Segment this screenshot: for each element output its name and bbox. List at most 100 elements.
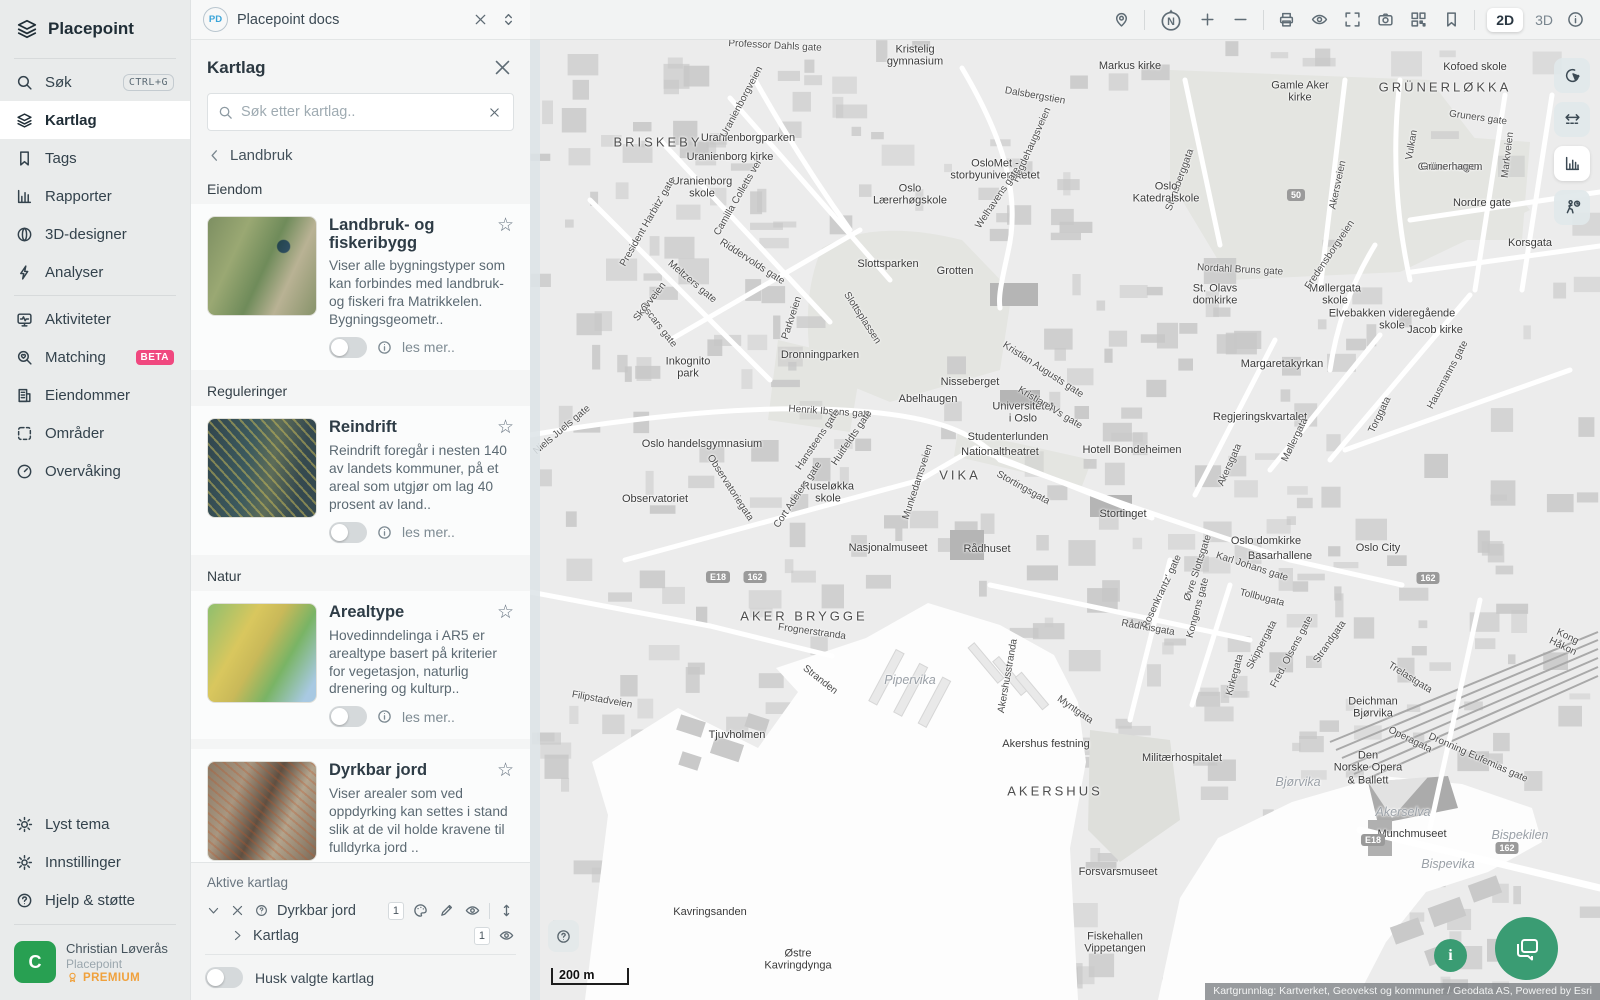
collapse-icon[interactable]	[205, 902, 222, 919]
layer-help-icon[interactable]	[253, 902, 270, 919]
mode-2d-button[interactable]: 2D	[1487, 7, 1524, 32]
screenshot-button[interactable]	[1375, 9, 1396, 30]
sphere-3d-icon	[17, 227, 32, 241]
sidebar-item-overvaking[interactable]: Overvåking	[0, 452, 190, 490]
close-icon	[495, 60, 510, 75]
workspace-search[interactable]: PD Placepoint docs	[191, 0, 530, 40]
active-layer-row[interactable]: Dyrkbar jord 1	[205, 898, 516, 923]
measure-button[interactable]	[1554, 102, 1590, 137]
layer-card[interactable]: Landbruk- og fiskeribygg ☆ Viser alle by…	[191, 204, 530, 370]
layer-card[interactable]: Arealtype ☆ Hovedinndelinga i AR5 er are…	[191, 590, 530, 740]
clear-search-icon[interactable]	[486, 104, 503, 121]
building-icon	[18, 388, 31, 402]
remember-layers-toggle[interactable]	[205, 967, 243, 988]
sun-icon	[16, 817, 33, 833]
breadcrumb-back[interactable]: Landbruk	[191, 133, 530, 168]
layer-toggle[interactable]	[329, 521, 367, 543]
layer-search-input[interactable]	[241, 104, 478, 120]
visibility-button[interactable]	[1309, 9, 1330, 30]
zoom-out-button[interactable]	[1230, 9, 1251, 30]
zoom-in-button[interactable]	[1197, 9, 1218, 30]
travel-time-button[interactable]	[1554, 190, 1590, 225]
close-panel-button[interactable]	[491, 56, 514, 79]
sidebar-item-3d-designer[interactable]: 3D-designer	[0, 215, 190, 253]
map-canvas[interactable]: Professor Dahls gate Kristelig gymnasium M…	[530, 40, 1600, 1000]
select-area-button[interactable]	[1554, 58, 1590, 93]
favorite-star-icon[interactable]: ☆	[491, 603, 514, 622]
clear-workspace-button[interactable]	[471, 10, 490, 29]
info-icon[interactable]	[377, 340, 392, 355]
layer-description: Viser alle bygningstyper som kan forbind…	[329, 258, 506, 328]
remember-layers-label: Husk valgte kartlag	[255, 969, 375, 986]
sidebar-item-analyser[interactable]: Analyser	[0, 253, 190, 291]
layer-thumbnail	[207, 602, 317, 703]
sidebar-item-innstillinger[interactable]: Innstillinger	[0, 844, 190, 882]
layer-panel: PD Placepoint docs Kartlag Landbruk Eien…	[190, 0, 530, 1000]
sidebar-item-omrader[interactable]: Områder	[0, 414, 190, 452]
sidebar-item-kartlag[interactable]: Kartlag	[0, 101, 190, 139]
read-more-link[interactable]: les mer..	[402, 524, 455, 540]
layer-card[interactable]: Reindrift ☆ Reindrift foregår i nesten 1…	[191, 405, 530, 555]
divider	[1144, 9, 1146, 30]
remove-layer-icon[interactable]	[229, 902, 246, 919]
panel-header: Kartlag	[191, 40, 530, 89]
read-more-link[interactable]: les mer..	[402, 709, 455, 725]
active-sublayer-row[interactable]: Kartlag 1	[205, 923, 516, 955]
read-more-link[interactable]: les mer..	[402, 339, 455, 355]
visibility-icon[interactable]	[463, 901, 482, 920]
bookmark-button[interactable]	[1441, 9, 1462, 30]
map-info-button[interactable]	[1565, 9, 1586, 30]
expand-icon[interactable]	[229, 927, 246, 944]
bookmark-icon	[20, 150, 29, 166]
statistics-button[interactable]	[1554, 146, 1590, 181]
user-card[interactable]: C Christian Løverås Placepoint PREMIUM	[0, 929, 190, 1000]
active-layers-header: Aktive kartlag	[207, 875, 289, 890]
brush-icon[interactable]	[437, 901, 456, 920]
chat-fab[interactable]	[1495, 917, 1558, 980]
palette-icon[interactable]	[411, 901, 430, 920]
measure-icon	[1564, 114, 1580, 124]
favorite-star-icon[interactable]: ☆	[491, 216, 514, 235]
layers-logo-icon	[17, 19, 37, 39]
statistics-icon	[1565, 156, 1579, 171]
section-label: Eiendom	[207, 181, 263, 197]
sidebar-item-matching[interactable]: Matching BETA	[0, 338, 190, 376]
info-icon[interactable]	[377, 709, 392, 724]
search-icon	[17, 75, 32, 90]
print-button[interactable]	[1276, 9, 1297, 30]
layer-toggle[interactable]	[329, 336, 367, 358]
sidebar-item-eiendommer[interactable]: Eiendommer	[0, 376, 190, 414]
gear-icon	[16, 855, 33, 871]
map-info-fab[interactable]: i	[1434, 939, 1467, 972]
app-logo[interactable]: Placepoint	[0, 0, 190, 54]
reorder-icon[interactable]	[497, 901, 516, 920]
sidebar-item-tags[interactable]: Tags	[0, 139, 190, 177]
favorite-star-icon[interactable]: ☆	[491, 418, 514, 437]
divider	[1263, 9, 1265, 30]
info-icon[interactable]	[377, 525, 392, 540]
sidebar-item-aktiviteter[interactable]: Aktiviteter	[0, 300, 190, 338]
location-button[interactable]	[1111, 9, 1132, 30]
layer-card[interactable]: Dyrkbar jord ☆ Viser arealer som ved opp…	[191, 749, 530, 862]
beta-badge: BETA	[135, 349, 174, 365]
mode-3d-button[interactable]: 3D	[1535, 12, 1553, 28]
sidebar-item-sok[interactable]: Søk CTRL+G	[0, 63, 190, 101]
sidebar-item-rapporter[interactable]: Rapporter	[0, 177, 190, 215]
location-icon	[1116, 12, 1128, 27]
favorite-star-icon[interactable]: ☆	[491, 761, 514, 780]
plus-icon	[1201, 13, 1214, 26]
premium-badge: PREMIUM	[66, 971, 168, 984]
qr-code-button[interactable]	[1408, 9, 1429, 30]
sidebar-item-lyst-tema[interactable]: Lyst tema	[0, 806, 190, 844]
map-help-button[interactable]	[548, 920, 579, 952]
visibility-icon[interactable]	[497, 926, 516, 945]
compass-button[interactable]: N	[1157, 6, 1185, 34]
layer-toggle[interactable]	[329, 706, 367, 728]
select-area-icon	[1565, 68, 1580, 83]
close-icon	[475, 14, 486, 25]
workspace-switcher-button[interactable]	[499, 10, 518, 29]
sidebar-item-hjelp[interactable]: Hjelp & støtte	[0, 882, 190, 920]
fullscreen-button[interactable]	[1342, 9, 1363, 30]
medal-icon	[69, 972, 76, 983]
sidebar: Placepoint Søk CTRL+G Kartlag Tags Rappo…	[0, 0, 190, 1000]
